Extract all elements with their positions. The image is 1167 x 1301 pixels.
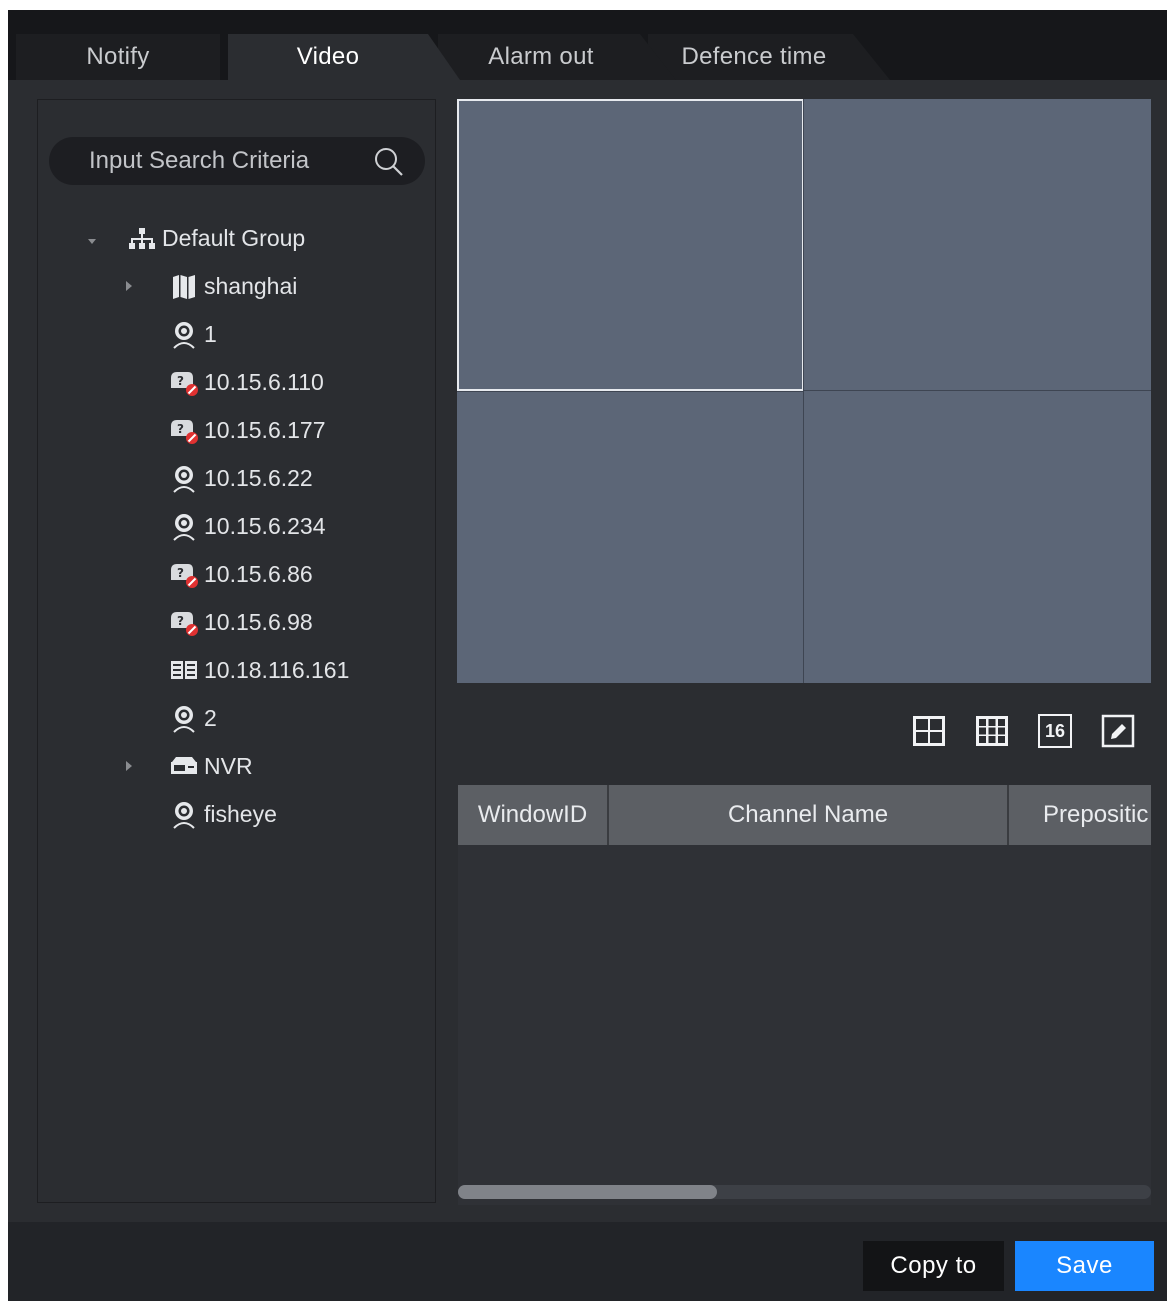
column-header-windowid[interactable]: WindowID [458, 785, 607, 845]
tree-node-camera-offline[interactable]: ? 10.15.6.110 [168, 362, 324, 402]
camera-icon [173, 466, 195, 493]
camera-offline-icon: ? [171, 564, 198, 588]
tree-node-label: 10.15.6.86 [204, 560, 313, 587]
tree-node-camera-offline[interactable]: ? 10.15.6.86 [168, 554, 313, 594]
tree-node-label: 1 [204, 320, 217, 347]
tree-node-label: 10.15.6.98 [204, 608, 313, 635]
camera-offline-icon: ? [171, 420, 198, 444]
tree-node-label: 10.18.116.161 [204, 656, 350, 683]
grid-9-icon[interactable] [975, 714, 1009, 748]
video-window-grid [457, 99, 1151, 683]
tab-notify[interactable]: Notify [16, 34, 220, 80]
horizontal-scrollbar[interactable] [458, 1185, 1151, 1199]
layout-16-button[interactable]: 16 [1038, 714, 1072, 748]
camera-offline-icon: ? [171, 372, 198, 396]
tree-node-label: fisheye [204, 800, 277, 827]
svg-text:?: ? [177, 374, 184, 388]
svg-text:?: ? [177, 566, 184, 580]
tree-node-label: 10.15.6.177 [204, 416, 326, 443]
encoder-icon [171, 661, 197, 679]
tree-node-label: 2 [204, 704, 217, 731]
tree-node-nvr[interactable]: NVR [168, 746, 253, 786]
nvr-icon [171, 757, 197, 774]
tree-node-camera[interactable]: 10.15.6.234 [168, 506, 326, 546]
camera-icon [173, 802, 195, 829]
column-header-preposition[interactable]: Prepositic [1009, 785, 1151, 845]
tree-node-camera[interactable]: fisheye [168, 794, 277, 834]
save-button[interactable]: Save [1015, 1241, 1154, 1291]
tree-node-camera-offline[interactable]: ? 10.15.6.98 [168, 602, 313, 642]
tree-node-label: shanghai [204, 272, 298, 299]
search-input[interactable] [89, 147, 359, 175]
tab-video[interactable]: Video [228, 34, 428, 80]
footer-bar: Copy to Save [8, 1222, 1167, 1301]
grid-divider [803, 99, 804, 683]
camera-icon [173, 322, 195, 349]
camera-icon [173, 514, 195, 541]
video-window-1[interactable] [457, 99, 804, 391]
tab-defence-time[interactable]: Defence time [648, 34, 860, 80]
tree-node-label: 10.15.6.234 [204, 512, 326, 539]
column-header-channel-name[interactable]: Channel Name [609, 785, 1007, 845]
tree-node-default-group[interactable]: Default Group [126, 218, 305, 258]
tree-node-encoder[interactable]: 10.18.116.161 [168, 650, 349, 690]
video-window-2[interactable] [804, 99, 1151, 390]
device-tree-panel: Default Group shanghai 1 [37, 99, 436, 1203]
scrollbar-thumb[interactable] [458, 1185, 717, 1199]
org-tree-icon [129, 228, 155, 249]
tree-node-camera[interactable]: 10.15.6.22 [168, 458, 313, 498]
video-window-3[interactable] [457, 391, 803, 683]
expand-arrow-icon[interactable] [126, 281, 132, 291]
grid-divider [804, 390, 1151, 391]
video-linkage-panel: Notify Video Alarm out Defence time Inpu… [8, 10, 1167, 1301]
grid-4-icon[interactable] [912, 714, 946, 748]
linkage-table: WindowID Channel Name Prepositic [458, 785, 1151, 1205]
tree-node-camera-offline[interactable]: ? 10.15.6.177 [168, 410, 326, 450]
tree-node-camera[interactable]: 2 [168, 698, 217, 738]
tree-node-camera[interactable]: 1 [168, 314, 217, 354]
search-box [49, 137, 425, 185]
collapse-arrow-icon[interactable] [88, 239, 96, 244]
expand-arrow-icon[interactable] [126, 761, 132, 771]
svg-text:?: ? [177, 614, 184, 628]
grid-divider [457, 391, 803, 392]
table-header: WindowID Channel Name Prepositic [458, 785, 1151, 845]
tree-node-label: 10.15.6.22 [204, 464, 313, 491]
pencil-icon[interactable] [1101, 714, 1135, 748]
svg-text:?: ? [177, 422, 184, 436]
layout-16-label: 16 [1044, 720, 1066, 741]
video-window-4[interactable] [804, 391, 1151, 683]
map-icon [173, 275, 195, 299]
search-icon[interactable] [373, 146, 405, 178]
tree-node-label: 10.15.6.110 [204, 368, 324, 395]
tree-node-label: NVR [204, 752, 253, 779]
tree-node-shanghai[interactable]: shanghai [168, 266, 297, 306]
copy-to-button[interactable]: Copy to [863, 1241, 1004, 1291]
tab-alarm-out[interactable]: Alarm out [438, 34, 644, 80]
camera-icon [173, 706, 195, 733]
camera-offline-icon: ? [171, 612, 198, 636]
tree-node-label: Default Group [162, 224, 306, 251]
tab-bar: Notify Video Alarm out Defence time [8, 10, 1167, 80]
